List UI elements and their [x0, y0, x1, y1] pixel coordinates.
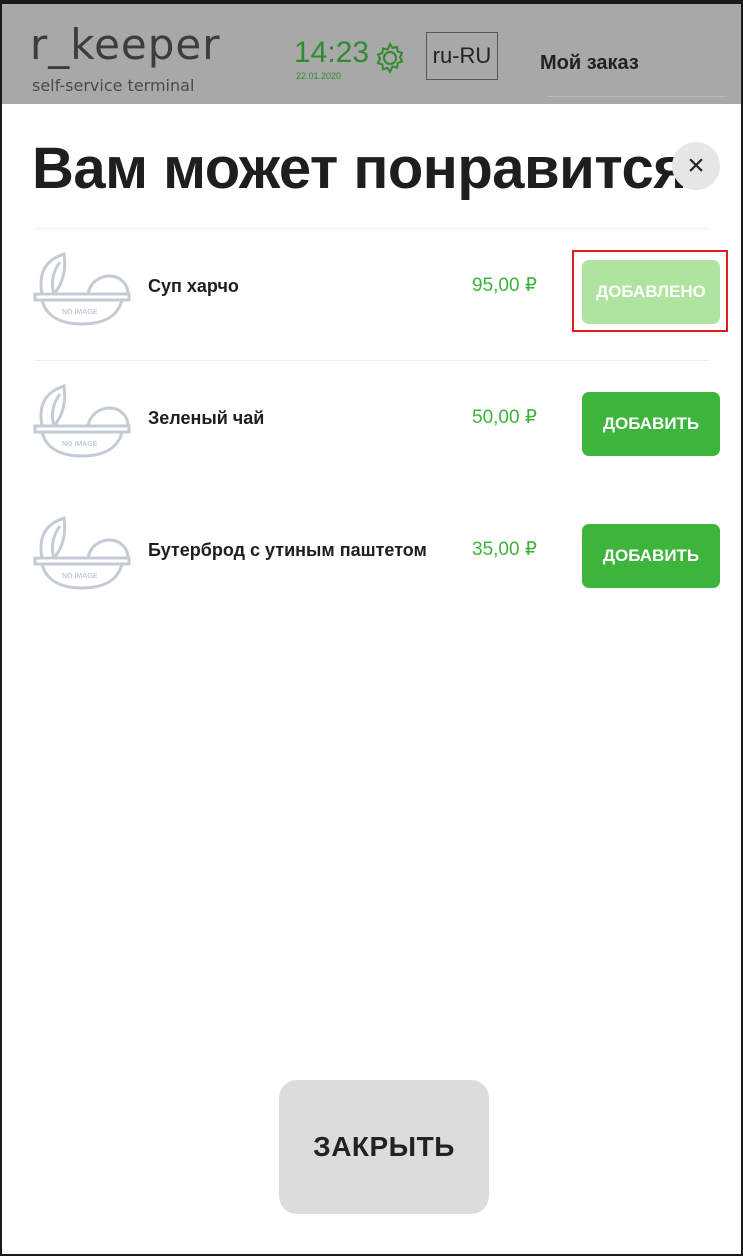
item-name: Бутерброд с утиным паштетом: [148, 540, 427, 560]
my-order-label[interactable]: Мой заказ: [540, 52, 639, 75]
list-item: NO IMAGE Суп харчо 95,00 ₽ ДОБАВЛЕНО: [0, 230, 743, 360]
item-price: 35,00 ₽: [472, 539, 537, 560]
item-price: 95,00 ₽: [472, 275, 537, 296]
svg-text:NO IMAGE: NO IMAGE: [62, 573, 98, 580]
item-name: Суп харчо: [148, 276, 239, 296]
no-image-icon: NO IMAGE: [33, 384, 131, 458]
item-name: Зеленый чай: [148, 408, 265, 428]
close-icon[interactable]: ×: [672, 142, 720, 190]
added-button[interactable]: ДОБАВЛЕНО: [582, 260, 720, 324]
close-button[interactable]: ЗАКРЫТЬ: [279, 1080, 489, 1214]
no-image-icon: NO IMAGE: [33, 252, 131, 326]
divider: [34, 360, 710, 361]
order-underline: [547, 96, 727, 97]
list-item: NO IMAGE Зеленый чай 50,00 ₽ ДОБАВИТЬ: [0, 362, 743, 492]
add-button[interactable]: ДОБАВИТЬ: [582, 524, 720, 588]
dialog-title: Вам может понравится: [32, 136, 687, 201]
clock-date: 22.01.2020: [296, 71, 342, 81]
svg-text:NO IMAGE: NO IMAGE: [62, 441, 98, 448]
no-image-icon: NO IMAGE: [33, 516, 131, 590]
item-price: 50,00 ₽: [472, 407, 537, 428]
language-button[interactable]: ru-RU: [426, 32, 498, 80]
svg-text:NO IMAGE: NO IMAGE: [62, 309, 98, 316]
divider: [34, 228, 710, 229]
gear-icon[interactable]: [372, 40, 408, 76]
logo-subtitle: self-service terminal: [32, 76, 195, 95]
clock-time: 14:23: [294, 36, 370, 69]
top-bar: r_keeper self-service terminal 14:23 22.…: [2, 4, 741, 104]
logo-title: r_keeper: [30, 20, 221, 69]
list-item: NO IMAGE Бутерброд с утиным паштетом 35,…: [0, 494, 743, 624]
add-button[interactable]: ДОБАВИТЬ: [582, 392, 720, 456]
